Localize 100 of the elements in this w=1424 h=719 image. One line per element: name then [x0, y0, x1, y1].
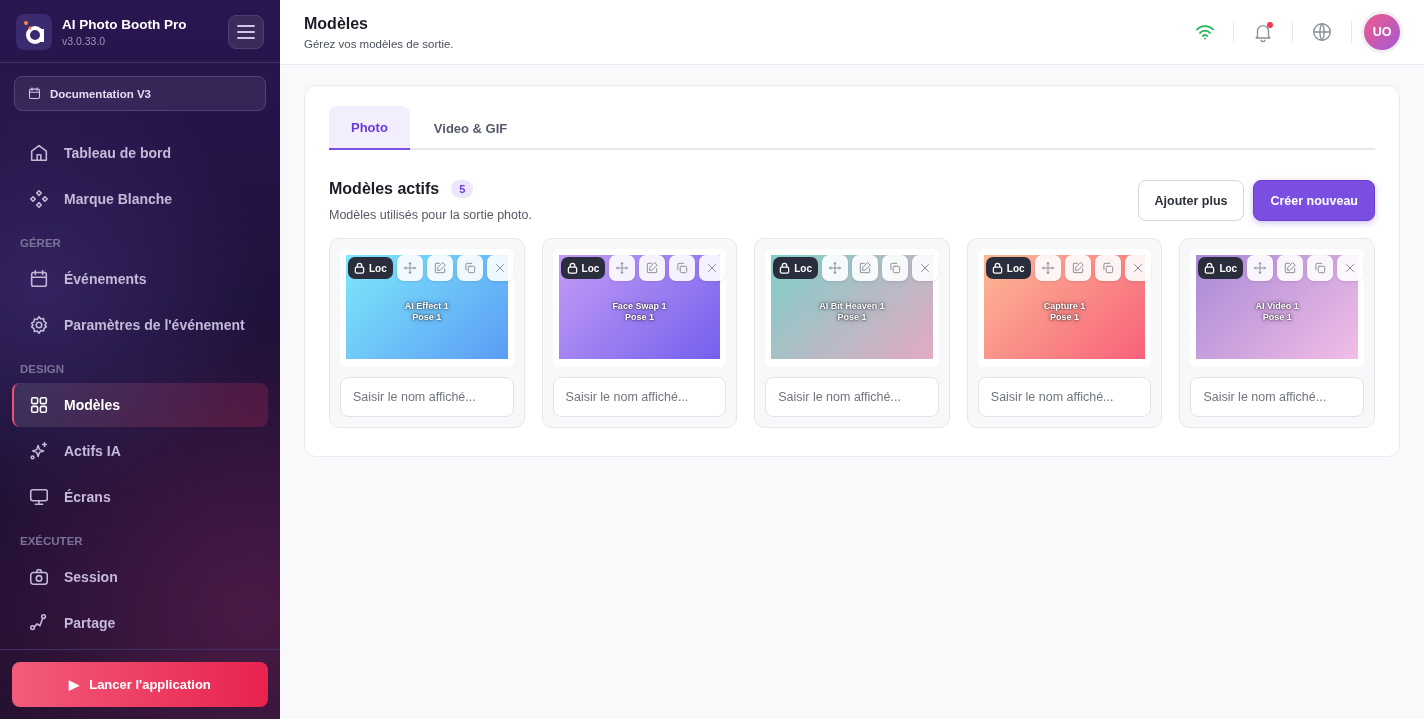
sidebar-item[interactable]: Marque Blanche	[12, 177, 268, 221]
sidebar-item[interactable]: Événements	[12, 257, 268, 301]
menu-button[interactable]	[228, 15, 264, 49]
tab[interactable]: Photo	[329, 106, 410, 150]
copy-button[interactable]	[669, 255, 696, 281]
preview-caption: Pose 1	[1261, 312, 1293, 323]
close-button[interactable]	[699, 255, 726, 281]
page-title: Modèles	[304, 14, 369, 33]
move-icon	[1040, 261, 1055, 275]
sidebar-item[interactable]: Modèles	[12, 383, 268, 427]
copy-button[interactable]	[881, 255, 908, 281]
section-heading: GÉRER	[19, 236, 62, 251]
move-button[interactable]	[1247, 255, 1274, 281]
lock-icon	[779, 262, 791, 274]
copy-icon	[1100, 261, 1115, 275]
name-field[interactable]: Saisir le nom affiché...	[1190, 377, 1364, 417]
create-button[interactable]: Créer nouveau	[1253, 180, 1375, 221]
launch-button[interactable]: ▶ Lancer l'application	[12, 662, 268, 707]
template-card[interactable]: Loc AI Effect 1 Pose 1 Saisir le nom affiché...	[329, 238, 525, 428]
edit-icon	[1283, 261, 1298, 275]
edit-icon	[645, 261, 660, 275]
preview-caption: Pose 1	[411, 312, 443, 323]
move-icon	[402, 261, 417, 275]
name-field[interactable]: Saisir le nom affiché...	[552, 377, 727, 417]
move-icon	[1253, 261, 1268, 275]
edit-icon	[857, 261, 872, 275]
lock-icon	[1204, 262, 1216, 274]
sidebar-item[interactable]: Tableau de bord	[12, 131, 268, 175]
lock-badge: Loc	[985, 257, 1031, 279]
preview-caption: Pose 1	[623, 312, 655, 323]
close-button[interactable]	[1124, 255, 1151, 281]
grid-icon	[28, 394, 50, 416]
name-field[interactable]: Saisir le nom affiché...	[340, 377, 514, 417]
name-field[interactable]: Saisir le nom affiché...	[977, 377, 1152, 417]
sparkle-icon	[28, 440, 50, 462]
move-button[interactable]	[609, 255, 636, 281]
move-button[interactable]	[396, 255, 423, 281]
edit-button[interactable]	[426, 255, 453, 281]
sidebar-item[interactable]: Actifs IA	[12, 429, 268, 473]
edit-button[interactable]	[1277, 255, 1304, 281]
lock-badge: Loc	[1198, 257, 1244, 279]
copy-icon	[675, 261, 690, 275]
section-description: Modèles utilisés pour la sortie photo.	[329, 208, 532, 222]
app-version: v3.0.33.0	[62, 35, 107, 47]
move-button[interactable]	[1034, 255, 1061, 281]
sidebar-item[interactable]: Écrans	[12, 475, 268, 519]
tab[interactable]: Video & GIF	[411, 106, 530, 150]
close-button[interactable]	[1337, 255, 1364, 281]
template-card[interactable]: Loc Capture 1 Pose 1 Saisir le nom affiché...	[966, 238, 1163, 428]
preview-caption: Capture 1	[1043, 301, 1086, 312]
sidebar-item[interactable]: Session	[12, 555, 268, 599]
edit-button[interactable]	[851, 255, 878, 281]
move-icon	[827, 261, 842, 275]
section-heading: EXÉCUTER	[19, 534, 84, 549]
user-avatar[interactable]: UO	[1364, 14, 1400, 50]
event-selector[interactable]: Documentation V3	[14, 76, 266, 111]
lock-badge: Loc	[773, 257, 818, 279]
template-card[interactable]: Loc Face Swap 1 Pose 1 Saisir le nom affiché...	[541, 238, 738, 428]
sidebar-item[interactable]: Partage	[12, 601, 268, 645]
count-badge: 5	[451, 180, 474, 198]
move-button[interactable]	[821, 255, 848, 281]
copy-button[interactable]	[1307, 255, 1334, 281]
template-card[interactable]: Loc AI Video 1 Pose 1 Saisir le nom affiché...	[1179, 238, 1375, 428]
lock-badge: Loc	[560, 257, 606, 279]
menu-icon	[237, 25, 255, 39]
preview-caption: AI Bit Heaven 1	[819, 301, 885, 312]
copy-button[interactable]	[456, 255, 483, 281]
copy-icon	[1313, 261, 1328, 275]
monitor-icon	[28, 486, 50, 508]
edit-button[interactable]	[1064, 255, 1091, 281]
copy-icon	[887, 261, 902, 275]
calendar-icon	[27, 86, 42, 101]
preview-caption: AI Effect 1	[404, 301, 449, 312]
template-card[interactable]: Loc AI Bit Heaven 1 Pose 1 Saisir le nom affiché...	[754, 238, 950, 428]
wifi-icon	[1195, 24, 1215, 40]
close-button[interactable]	[911, 255, 938, 281]
home-icon	[28, 142, 50, 164]
camera-icon	[28, 566, 50, 588]
move-icon	[615, 261, 630, 275]
app-logo-icon	[16, 14, 52, 50]
preview-caption: Face Swap 1	[612, 301, 667, 312]
edit-button[interactable]	[639, 255, 666, 281]
play-icon: ▶	[69, 677, 80, 692]
globe-icon[interactable]	[1311, 21, 1333, 43]
lock-icon	[566, 262, 578, 274]
copy-button[interactable]	[1094, 255, 1121, 281]
preview-caption: AI Video 1	[1255, 301, 1299, 312]
edit-icon	[1070, 261, 1085, 275]
lock-icon	[991, 262, 1003, 274]
section-title: Modèles actifs	[329, 180, 440, 198]
app-name: AI Photo Booth Pro	[62, 17, 188, 32]
preview-caption: Pose 1	[836, 312, 868, 323]
name-field[interactable]: Saisir le nom affiché...	[765, 377, 939, 417]
add-more-button[interactable]: Ajouter plus	[1137, 180, 1245, 221]
page-subtitle: Gérez vos modèles de sortie.	[304, 37, 454, 50]
lock-badge: Loc	[348, 257, 393, 279]
settings-icon	[28, 314, 50, 336]
copy-icon	[462, 261, 477, 275]
sidebar-item[interactable]: Paramètres de l'événement	[12, 303, 268, 347]
close-button[interactable]	[486, 255, 513, 281]
